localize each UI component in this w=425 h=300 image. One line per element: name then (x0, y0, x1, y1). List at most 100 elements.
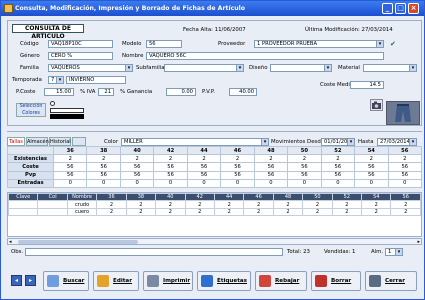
borrar-button[interactable]: Borrar (311, 271, 361, 291)
etiquetas-button[interactable]: Etiquetas (197, 271, 251, 291)
size-value-cell[interactable]: 2 (86, 154, 121, 164)
size-value-cell[interactable]: 0 (86, 178, 121, 188)
size-value-cell[interactable]: 56 (153, 170, 188, 180)
color-radio[interactable] (50, 101, 55, 106)
size-value-cell[interactable]: 56 (220, 162, 255, 172)
proveedor-dropdown[interactable]: 1 PROVEEDOR PRUEBA ▾ (254, 40, 384, 48)
check-icon[interactable]: ✔ (390, 40, 396, 48)
size-value-cell[interactable]: 56 (387, 162, 423, 172)
product-photo[interactable] (386, 101, 420, 125)
grid-cell[interactable]: cuero (66, 207, 98, 217)
codigo-field[interactable]: VAQ18P10C (48, 40, 113, 48)
diseno-dropdown[interactable]: ▾ (270, 64, 332, 72)
grid-cell[interactable] (7, 207, 39, 217)
hasta-date-field[interactable]: 27/03/2014 ▾ (377, 138, 417, 146)
size-value-cell[interactable]: 2 (119, 154, 155, 164)
size-value-cell[interactable]: 2 (287, 154, 322, 164)
size-value-cell[interactable]: 56 (320, 170, 356, 180)
size-value-cell[interactable]: 2 (153, 154, 188, 164)
grid-cell[interactable] (37, 207, 68, 217)
coste-medio-field[interactable]: 14.5 (350, 81, 384, 89)
scroll-thumb[interactable] (18, 240, 138, 244)
size-value-cell[interactable]: 56 (52, 170, 88, 180)
maximize-button[interactable]: □ (395, 3, 406, 14)
horizontal-scrollbar[interactable]: ◂ ▸ (7, 238, 422, 245)
size-value-cell[interactable]: 2 (253, 154, 289, 164)
column-header[interactable]: 46 (243, 192, 274, 202)
size-value-cell[interactable]: 56 (186, 162, 222, 172)
imprimir-button[interactable]: Imprimir (143, 271, 193, 291)
size-value-cell[interactable]: 0 (119, 178, 155, 188)
grid-cell[interactable]: 2 (243, 200, 274, 209)
obs-field[interactable] (25, 248, 283, 256)
grid-cell[interactable]: 2 (96, 207, 127, 217)
pcoste-field[interactable]: 15.00 (44, 88, 74, 96)
table-row[interactable]: crudo 2 2 2 2 2 2 2 2 2 2 2 (7, 200, 421, 209)
column-header[interactable]: 56 (390, 192, 421, 202)
column-header[interactable]: 54 (361, 192, 392, 202)
size-value-cell[interactable]: 56 (86, 170, 121, 180)
size-value-cell[interactable]: 0 (387, 178, 423, 188)
size-value-cell[interactable]: 56 (354, 162, 389, 172)
grid-cell[interactable]: 2 (155, 207, 186, 217)
cerrar-button[interactable]: Cerrar (365, 271, 417, 291)
column-header[interactable]: 48 (272, 192, 304, 202)
color-filter-dropdown[interactable]: MILLER ▾ (121, 138, 269, 146)
column-header[interactable]: Nombre (66, 192, 98, 202)
iva-field[interactable]: 21 (98, 88, 114, 96)
grid-cell[interactable]: 2 (243, 207, 274, 217)
tab-almacen[interactable]: Almacén (26, 137, 49, 146)
grid-cell[interactable]: 2 (96, 200, 127, 209)
column-header[interactable]: 38 (125, 192, 157, 202)
desde-date-field[interactable]: 01/01/2013 ▾ (321, 138, 355, 146)
camera-icon[interactable] (370, 99, 383, 111)
subfamilia-dropdown[interactable]: ▾ (164, 64, 244, 72)
seleccion-colores-button[interactable]: Selección Colores (16, 103, 46, 117)
column-header[interactable]: 52 (331, 192, 363, 202)
size-value-cell[interactable]: 56 (153, 162, 188, 172)
size-value-cell[interactable]: 56 (387, 170, 423, 180)
minimize-button[interactable]: _ (382, 3, 393, 14)
grid-cell[interactable]: 2 (390, 200, 421, 209)
size-value-cell[interactable]: 0 (186, 178, 222, 188)
size-value-cell[interactable]: 2 (387, 154, 423, 164)
grid-cell[interactable]: 2 (213, 200, 245, 209)
ganancia-field[interactable]: 0.00 (166, 88, 196, 96)
rebajar-button[interactable]: Rebajar (255, 271, 307, 291)
grid-cell[interactable]: 2 (302, 207, 333, 217)
grid-cell[interactable]: 2 (125, 200, 157, 209)
column-header[interactable]: Clave (7, 192, 39, 202)
size-value-cell[interactable]: 56 (86, 162, 121, 172)
grid-cell[interactable]: 2 (125, 207, 157, 217)
grid-cell[interactable]: 2 (331, 207, 363, 217)
grid-cell[interactable]: 2 (302, 200, 333, 209)
size-value-cell[interactable]: 56 (119, 162, 155, 172)
buscar-button[interactable]: Buscar (43, 271, 89, 291)
grid-cell[interactable]: 2 (361, 200, 392, 209)
genero-field[interactable]: CERO % (48, 52, 113, 60)
prev-record-icon[interactable]: ◂ (11, 275, 22, 286)
grid-cell[interactable]: 2 (272, 207, 304, 217)
column-header[interactable]: Col (37, 192, 68, 202)
table-row[interactable]: cuero 2 2 2 2 2 2 2 2 2 2 2 (7, 207, 421, 217)
size-value-cell[interactable]: 56 (119, 170, 155, 180)
size-value-cell[interactable]: 0 (287, 178, 322, 188)
grid-cell[interactable]: 2 (155, 200, 186, 209)
close-button[interactable]: × (408, 3, 419, 14)
column-header[interactable]: 42 (184, 192, 215, 202)
grid-cell[interactable]: 2 (184, 200, 215, 209)
size-value-cell[interactable]: 2 (220, 154, 255, 164)
tab-extra[interactable] (72, 137, 86, 146)
size-value-cell[interactable]: 0 (320, 178, 356, 188)
grid-cell[interactable]: 2 (213, 207, 245, 217)
size-value-cell[interactable]: 0 (253, 178, 289, 188)
column-header[interactable]: 44 (213, 192, 245, 202)
column-header[interactable]: 50 (302, 192, 333, 202)
size-value-cell[interactable]: 2 (52, 154, 88, 164)
size-value-cell[interactable]: 56 (220, 170, 255, 180)
grid-cell[interactable]: crudo (66, 200, 98, 209)
size-value-cell[interactable]: 56 (320, 162, 356, 172)
grid-cell[interactable] (37, 200, 68, 209)
size-value-cell[interactable]: 56 (287, 162, 322, 172)
grid-cell[interactable]: 2 (331, 200, 363, 209)
